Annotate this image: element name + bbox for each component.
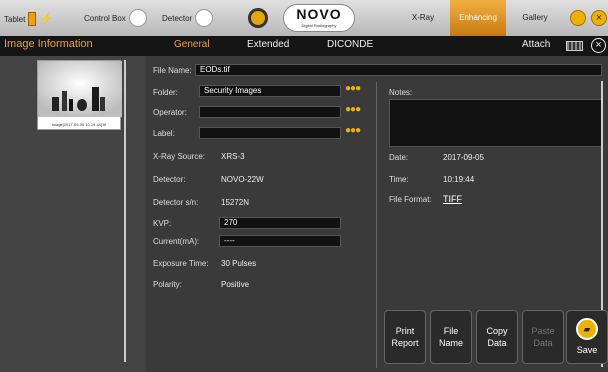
kvp-field[interactable]: 270 <box>219 217 341 229</box>
detector-indicator-icon <box>195 9 214 27</box>
plug-icon: ⚡ <box>39 13 54 25</box>
polarity-value: Positive <box>221 280 250 289</box>
novo-logo: NOVO Digital Radiography <box>283 4 355 32</box>
print-label-1: Print <box>395 326 415 336</box>
label-field[interactable] <box>199 127 341 139</box>
paste-label-2: Data <box>533 338 553 348</box>
detector-status: Detector <box>162 9 214 27</box>
top-toolbar: Tablet ⚡ Control Box Detector NOVO Digit… <box>0 0 608 36</box>
tab-diconde[interactable]: DICONDE <box>327 39 373 50</box>
tab-enhancing[interactable]: Enhancing <box>450 0 506 36</box>
file-format-label: File Format: <box>389 195 432 204</box>
operator-label: Operator: <box>153 108 187 117</box>
detector-status-label: Detector <box>162 13 193 23</box>
xray-thumbnail-image <box>38 61 122 117</box>
copy-data-button[interactable]: Copy Data <box>476 310 518 364</box>
current-label: Current(mA): <box>153 237 200 246</box>
label-label: Label: <box>153 129 175 138</box>
tab-xray[interactable]: X-Ray <box>400 0 446 36</box>
thumbnail-scrollbar[interactable] <box>124 60 126 362</box>
notes-field[interactable] <box>389 99 602 147</box>
print-label-2: Report <box>391 338 419 348</box>
save-button[interactable]: ▰ Save <box>566 310 608 364</box>
folder-more-icon[interactable]: ●●● <box>345 83 361 94</box>
tab-gallery[interactable]: Gallery <box>510 0 560 36</box>
tab-extended[interactable]: Extended <box>247 39 289 50</box>
operator-field[interactable] <box>199 106 341 118</box>
copy-label-1: Copy <box>486 326 508 336</box>
close-panel-icon[interactable]: × <box>591 38 606 53</box>
folder-field[interactable]: Security Images <box>199 85 341 97</box>
operator-more-icon[interactable]: ●●● <box>345 104 361 115</box>
copy-label-2: Data <box>487 338 507 348</box>
sub-toolbar: Image Information General Extended DICON… <box>0 36 608 56</box>
exposure-time-value: 30 Pulses <box>221 259 257 268</box>
file-name-field[interactable]: EODs.tif <box>195 64 602 76</box>
control-box-indicator-icon <box>128 9 147 27</box>
minimize-icon[interactable] <box>570 10 586 26</box>
detector-value: NOVO-22W <box>221 175 264 184</box>
keyboard-icon[interactable] <box>566 41 583 51</box>
control-box-status: Control Box <box>84 9 147 27</box>
battery-icon <box>28 12 37 26</box>
tab-general[interactable]: General <box>174 39 210 50</box>
xray-source-value: XRS-3 <box>221 152 245 161</box>
time-label: Time: <box>389 175 409 184</box>
polarity-label: Polarity: <box>153 280 182 289</box>
close-app-icon[interactable]: × <box>591 10 607 26</box>
paste-data-button[interactable]: Paste Data <box>522 310 564 364</box>
detector-sn-value: 15272N <box>221 198 250 207</box>
detector-label: Detector: <box>153 175 186 184</box>
file-format-link[interactable]: TIFF <box>443 194 462 204</box>
panel-divider <box>376 82 377 368</box>
save-label: Save <box>576 345 598 355</box>
file-label-2: Name <box>438 338 463 348</box>
detector-sn-label: Detector s/n: <box>153 198 199 207</box>
logo-subtext: Digital Radiography <box>301 23 337 28</box>
paste-label-1: Paste <box>531 326 555 336</box>
logo-text: NOVO <box>296 6 342 22</box>
tablet-label: Tablet <box>4 14 26 24</box>
date-value: 2017-09-05 <box>443 153 484 162</box>
label-more-icon[interactable]: ●●● <box>345 125 361 136</box>
general-info-panel: File Name: EODs.tif Folder: Security Ima… <box>146 56 608 372</box>
attach-button[interactable]: Attach <box>522 39 550 50</box>
folder-label: Folder: <box>153 88 178 97</box>
image-thumbnail[interactable]: image[2017-09-05 10.19.44].tif <box>37 60 122 130</box>
thumbnail-caption: image[2017-09-05 10.19.44].tif <box>51 122 107 127</box>
print-report-button[interactable]: Print Report <box>384 310 426 364</box>
thumbnail-panel: image[2017-09-05 10.19.44].tif <box>0 56 146 372</box>
time-value: 10:19:44 <box>443 175 475 184</box>
current-field[interactable]: ---- <box>219 235 341 247</box>
save-icon: ▰ <box>576 318 598 340</box>
kvp-label: KVP: <box>153 219 172 228</box>
xray-source-label: X-Ray Source: <box>153 152 206 161</box>
tablet-status: Tablet ⚡ <box>4 12 54 26</box>
exposure-time-label: Exposure Time: <box>153 259 209 268</box>
file-name-button[interactable]: File Name <box>430 310 472 364</box>
date-label: Date: <box>389 153 409 162</box>
file-label-1: File <box>443 326 459 336</box>
panel-title: Image Information <box>4 38 93 50</box>
settings-gear-icon[interactable] <box>248 8 268 28</box>
control-box-label: Control Box <box>84 13 126 23</box>
notes-label: Notes: <box>389 88 413 97</box>
file-name-label: File Name: <box>153 66 192 75</box>
